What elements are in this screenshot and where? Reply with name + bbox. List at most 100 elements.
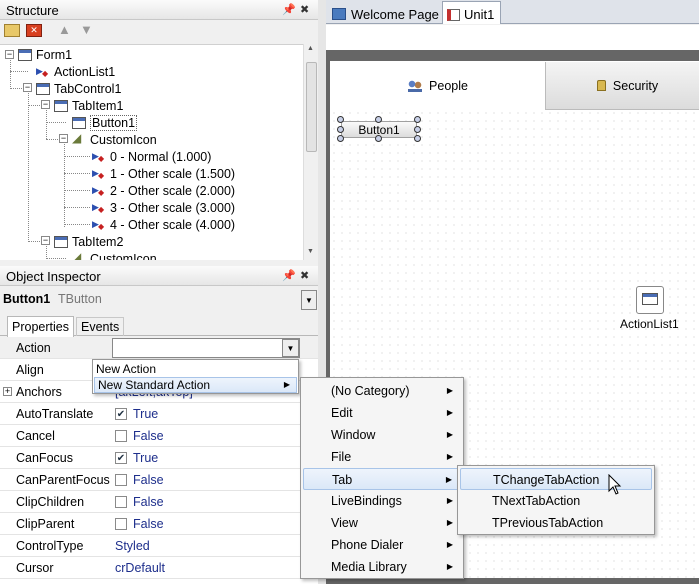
collapse-customicon[interactable]: − bbox=[59, 134, 68, 143]
tree-node-scale-2[interactable]: 2 - Other scale (2.000) bbox=[92, 182, 235, 199]
selection-handle[interactable] bbox=[375, 135, 382, 142]
tree-node-tabcontrol1[interactable]: TabControl1 bbox=[36, 80, 121, 97]
property-row-canfocus[interactable]: CanFocus ✔ True bbox=[0, 447, 318, 469]
actionlist-icon bbox=[642, 293, 658, 305]
menu-item-file[interactable]: File ▶ bbox=[303, 446, 461, 468]
tree-node-customicon-2[interactable]: CustomIcon bbox=[72, 250, 157, 261]
tab-welcome-page[interactable]: Welcome Page bbox=[328, 2, 445, 23]
delete-icon[interactable]: ✕ bbox=[26, 24, 42, 37]
menu-item-view[interactable]: View ▶ bbox=[303, 512, 461, 534]
icon-item-icon bbox=[92, 168, 106, 180]
menu-item-no-category[interactable]: (No Category) ▶ bbox=[303, 380, 461, 402]
tree-node-actionlist1[interactable]: ActionList1 bbox=[36, 63, 115, 80]
pin-icon[interactable]: 📌 bbox=[282, 269, 296, 282]
menu-item-tnexttabaction[interactable]: TNextTabAction bbox=[460, 490, 652, 512]
move-down-icon[interactable]: ▼ bbox=[80, 22, 93, 37]
canparentfocus-checkbox[interactable] bbox=[115, 474, 127, 486]
scroll-down-icon[interactable]: ▼ bbox=[307, 248, 314, 255]
collapse-tabcontrol1[interactable]: − bbox=[23, 83, 32, 92]
submenu-arrow-icon: ▶ bbox=[446, 430, 453, 439]
menu-item-livebindings[interactable]: LiveBindings ▶ bbox=[303, 490, 461, 512]
inspector-tabs: Properties Events bbox=[0, 314, 318, 337]
clipparent-checkbox[interactable] bbox=[115, 518, 127, 530]
menu-item-tprevioustabaction[interactable]: TPreviousTabAction bbox=[460, 512, 652, 534]
property-row-cancel[interactable]: Cancel False bbox=[0, 425, 318, 447]
tree-node-scale-3[interactable]: 3 - Other scale (3.000) bbox=[92, 199, 235, 216]
menu-item-new-standard-action[interactable]: New Standard Action ▶ bbox=[94, 377, 297, 393]
tab-people[interactable]: People bbox=[331, 62, 545, 110]
selection-handle[interactable] bbox=[414, 126, 421, 133]
menu-item-new-action[interactable]: New Action bbox=[96, 362, 156, 376]
action-dropdown-button[interactable]: ▼ bbox=[282, 339, 299, 357]
folder-icon[interactable] bbox=[4, 24, 20, 37]
inspector-title-bar: Object Inspector 📌 ✖ bbox=[0, 266, 318, 286]
tree-node-tabitem1[interactable]: TabItem1 bbox=[54, 97, 123, 114]
property-row-action[interactable]: Action ▼ bbox=[0, 337, 318, 359]
selection-handle[interactable] bbox=[375, 116, 382, 123]
property-row-clipchildren[interactable]: ClipChildren False bbox=[0, 491, 318, 513]
tab-events[interactable]: Events bbox=[76, 317, 125, 336]
icon-item-icon bbox=[92, 202, 106, 214]
object-dropdown-button[interactable]: ▼ bbox=[301, 290, 317, 310]
selection-handle[interactable] bbox=[414, 116, 421, 123]
menu-item-media-library[interactable]: Media Library ▶ bbox=[303, 556, 461, 578]
move-up-icon[interactable]: ▲ bbox=[58, 22, 71, 37]
tabitem-icon bbox=[54, 99, 68, 112]
scroll-up-icon[interactable]: ▲ bbox=[307, 45, 314, 52]
menu-item-window[interactable]: Window ▶ bbox=[303, 424, 461, 446]
collapse-tabitem1[interactable]: − bbox=[41, 100, 50, 109]
menu-item-tchangetabaction[interactable]: TChangeTabAction bbox=[460, 468, 652, 490]
unit-icon bbox=[447, 8, 460, 21]
collapse-tabitem2[interactable]: − bbox=[41, 236, 50, 245]
tree-node-scale-0[interactable]: 0 - Normal (1.000) bbox=[92, 148, 211, 165]
selection-handle[interactable] bbox=[337, 116, 344, 123]
property-row-autotranslate[interactable]: AutoTranslate ✔ True bbox=[0, 403, 318, 425]
autotranslate-checkbox[interactable]: ✔ bbox=[115, 408, 127, 420]
tree-node-scale-1[interactable]: 1 - Other scale (1.500) bbox=[92, 165, 235, 182]
tree-node-tabitem2[interactable]: TabItem2 bbox=[54, 233, 123, 250]
selection-handle[interactable] bbox=[337, 135, 344, 142]
pin-icon[interactable]: 📌 bbox=[282, 3, 296, 16]
object-name: Button1 bbox=[3, 292, 51, 306]
collapse-form1[interactable]: − bbox=[5, 50, 14, 59]
structure-toolbar: ✕ ▲ ▼ bbox=[0, 21, 318, 43]
property-row-canparentfocus[interactable]: CanParentFocus False bbox=[0, 469, 318, 491]
cancel-checkbox[interactable] bbox=[115, 430, 127, 442]
form-icon bbox=[18, 48, 32, 61]
canfocus-checkbox[interactable]: ✔ bbox=[115, 452, 127, 464]
tab-unit1[interactable]: Unit1 bbox=[442, 1, 502, 24]
close-icon[interactable]: ✖ bbox=[300, 269, 309, 282]
object-selector[interactable]: Button1 TButton ▼ bbox=[0, 288, 318, 312]
property-row-clipparent[interactable]: ClipParent False bbox=[0, 513, 318, 535]
selection-handle[interactable] bbox=[337, 126, 344, 133]
action-value-field[interactable] bbox=[112, 338, 300, 358]
menu-item-edit[interactable]: Edit ▶ bbox=[303, 402, 461, 424]
object-type: TButton bbox=[58, 292, 102, 306]
tab-security[interactable]: Security bbox=[545, 62, 699, 110]
property-row-cursor[interactable]: Cursor crDefault bbox=[0, 557, 318, 579]
clipchildren-checkbox[interactable] bbox=[115, 496, 127, 508]
tabitem-icon bbox=[54, 235, 68, 248]
menu-item-tab[interactable]: Tab ▶ bbox=[303, 468, 461, 490]
tab-properties[interactable]: Properties bbox=[7, 316, 74, 337]
tree-node-customicon[interactable]: CustomIcon bbox=[72, 131, 157, 148]
menu-item-phone-dialer[interactable]: Phone Dialer ▶ bbox=[303, 534, 461, 556]
tree-node-form1[interactable]: Form1 bbox=[18, 46, 72, 63]
button-icon bbox=[72, 116, 86, 129]
tree-node-scale-4[interactable]: 4 - Other scale (4.000) bbox=[92, 216, 235, 233]
property-row-controltype[interactable]: ControlType Styled bbox=[0, 535, 318, 557]
editor-tab-bar: Welcome Page Unit1 bbox=[326, 0, 699, 24]
submenu-arrow-icon: ▶ bbox=[446, 540, 453, 549]
expand-anchors-icon[interactable]: + bbox=[3, 387, 12, 396]
tabcontrol-icon bbox=[36, 82, 50, 95]
structure-scrollbar[interactable]: ▲ ▼ bbox=[303, 44, 318, 260]
actionlist1-component[interactable] bbox=[636, 286, 664, 314]
customicon-icon bbox=[72, 250, 86, 261]
scroll-thumb[interactable] bbox=[306, 62, 317, 152]
close-icon[interactable]: ✖ bbox=[300, 3, 309, 16]
action-dropdown-menu: New Action New Standard Action ▶ bbox=[92, 359, 299, 394]
tree-node-button1[interactable]: Button1 bbox=[72, 114, 138, 131]
selection-handle[interactable] bbox=[414, 135, 421, 142]
submenu-arrow-icon: ▶ bbox=[446, 496, 453, 505]
lock-icon bbox=[596, 80, 606, 91]
